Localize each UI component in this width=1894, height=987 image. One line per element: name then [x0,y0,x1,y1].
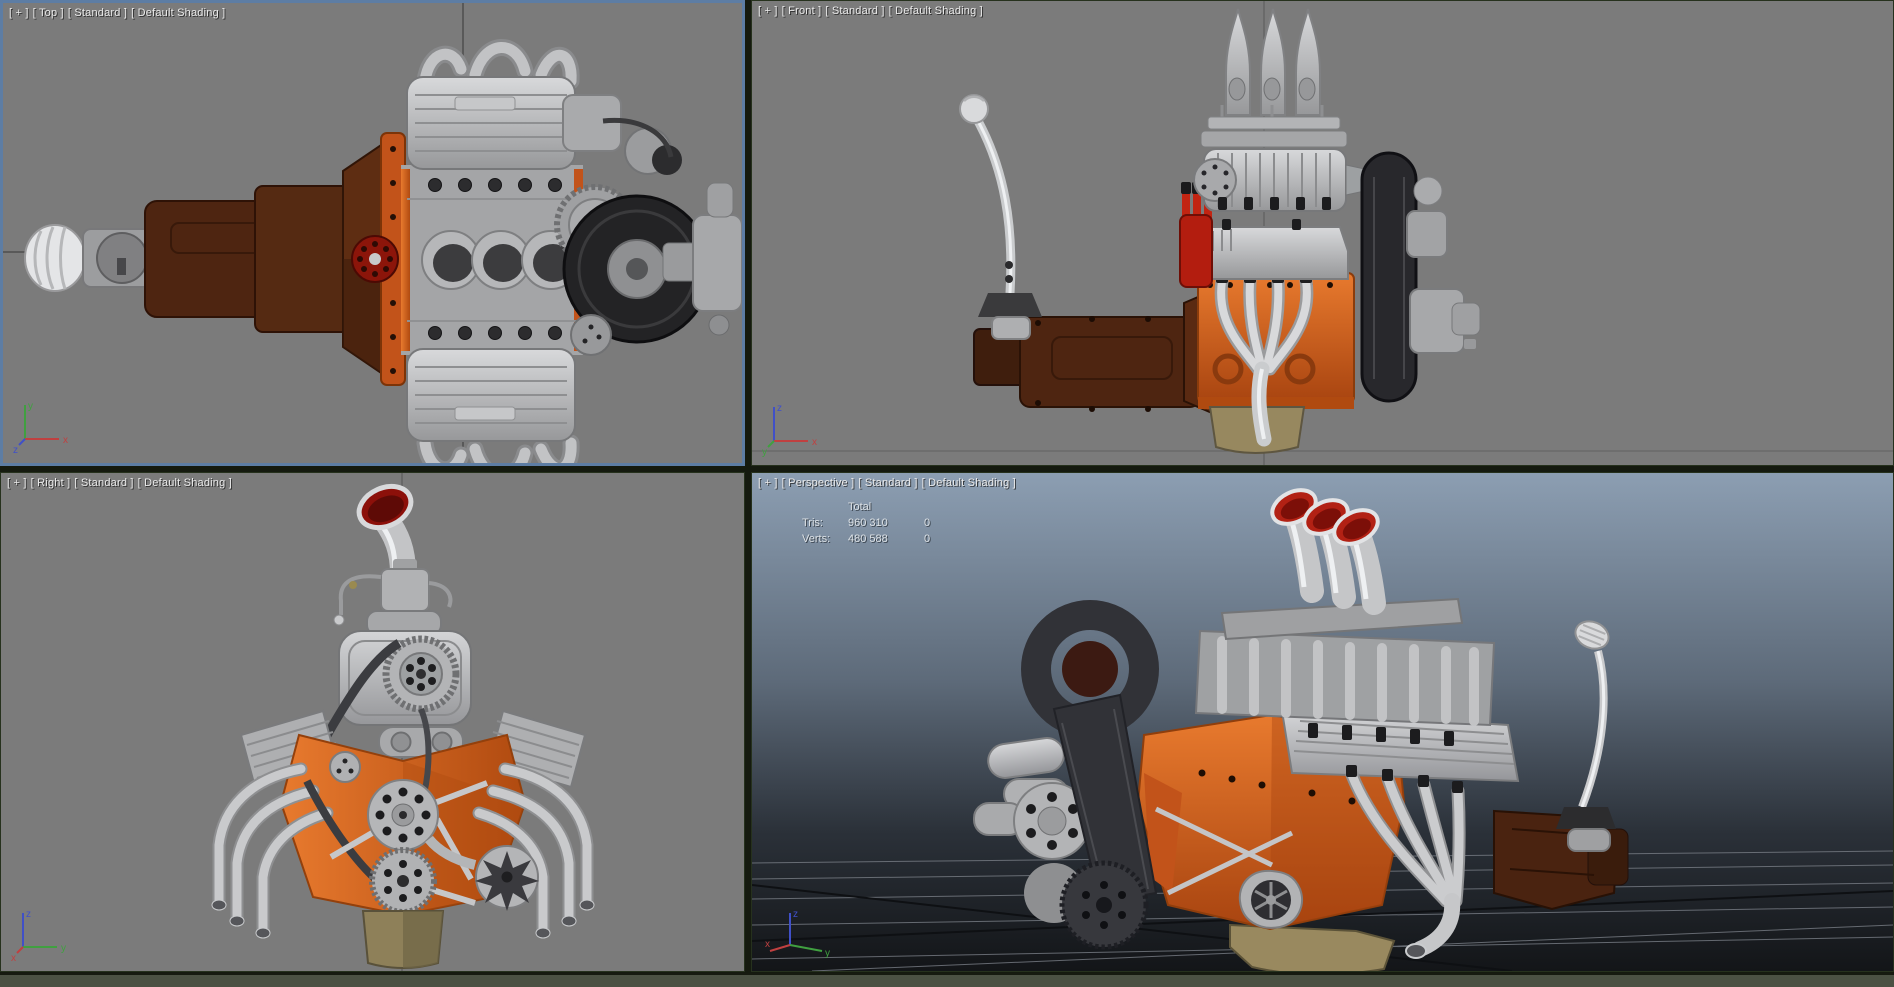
stats-verts-total: 480 588 [848,533,888,545]
crank-pulley[interactable] [367,779,439,851]
viewport-perspective[interactable]: [ + ] [ Perspective ] [ Standard ] [ Def… [751,472,1894,972]
axis-x-label: x [63,435,68,446]
lower-gear[interactable] [369,847,437,915]
gear-shifter-front[interactable] [959,94,1042,340]
stats-tris-selected: 0 [924,517,931,529]
viewport-quad-layout: [ + ] [ Top ] [ Standard ] [ Default Sha… [0,0,1894,987]
axis-x-label: x [812,437,817,448]
intake-trumpets-top[interactable] [421,230,581,290]
viewport-renderer-menu[interactable]: [ Standard ] [74,477,133,490]
axis-y-label: y [28,401,33,412]
top-view-canvas[interactable] [3,3,742,463]
viewport-pov-menu[interactable]: [ Top ] [33,7,64,20]
axis-gizmo-front[interactable]: z x y [760,395,830,457]
viewport-top[interactable]: [ + ] [ Top ] [ Standard ] [ Default Sha… [0,0,745,466]
viewport-general-menu[interactable]: [ + ] [758,5,778,18]
axis-gizmo-perspective[interactable]: z y x [764,901,834,963]
axis-y-label: y [61,943,66,954]
viewport-label-perspective: [ + ] [ Perspective ] [ Standard ] [ Def… [758,477,1016,490]
water-pump-wheel[interactable] [1238,869,1303,929]
axis-gizmo-top[interactable]: y x z [11,393,81,455]
right-view-canvas[interactable] [1,473,744,971]
viewport-label-front: [ + ] [ Front ] [ Standard ] [ Default S… [758,5,983,18]
viewport-label-right: [ + ] [ Right ] [ Standard ] [ Default S… [7,477,232,490]
axis-gizmo-right[interactable]: z y x [9,901,79,963]
axis-z-label: z [777,403,782,414]
axis-x-label: x [765,939,770,950]
viewport-shading-menu[interactable]: [ Default Shading ] [922,477,1016,490]
engine-model-right-view[interactable] [211,479,595,969]
viewport-shading-menu[interactable]: [ Default Shading ] [889,5,983,18]
viewport-general-menu[interactable]: [ + ] [758,477,778,490]
statistics-overlay: Total Tris: 960 310 0 Verts: 480 588 0 [802,501,964,549]
drive-belt-front[interactable] [1360,151,1418,403]
viewport-label-top: [ + ] [ Top ] [ Standard ] [ Default Sha… [9,7,225,20]
axis-y-label: y [825,948,830,959]
viewport-renderer-menu[interactable]: [ Standard ] [68,7,127,20]
viewport-general-menu[interactable]: [ + ] [9,7,29,20]
stats-header-total: Total [848,501,872,513]
axis-y-label: y [762,447,767,457]
viewport-shading-menu[interactable]: [ Default Shading ] [138,477,232,490]
stats-tris-total: 960 310 [848,517,888,529]
engine-model-top-view[interactable] [24,39,742,463]
viewport-pov-menu[interactable]: [ Perspective ] [782,477,855,490]
axis-x-label: x [11,953,16,963]
viewport-renderer-menu[interactable]: [ Standard ] [825,5,884,18]
valve-cover-front[interactable] [1191,226,1349,280]
stats-tris-label: Tris: [802,517,823,529]
axis-z-label: z [13,445,18,455]
axis-z-label: z [793,909,798,920]
front-view-canvas[interactable] [752,1,1893,465]
axis-z-label: z [26,909,31,920]
engine-model-front-view[interactable] [959,8,1481,454]
viewport-pov-menu[interactable]: [ Front ] [782,5,822,18]
stats-verts-label: Verts: [802,533,831,545]
viewport-general-menu[interactable]: [ + ] [7,477,27,490]
intake-scoop[interactable] [353,479,418,586]
velocity-stacks-front[interactable] [1220,8,1324,119]
viewport-front[interactable]: [ + ] [ Front ] [ Standard ] [ Default S… [751,0,1894,466]
viewport-pov-menu[interactable]: [ Right ] [31,477,71,490]
window-bottom-edge [0,973,1894,987]
viewport-renderer-menu[interactable]: [ Standard ] [858,477,917,490]
viewport-shading-menu[interactable]: [ Default Shading ] [131,7,225,20]
stats-verts-selected: 0 [924,533,931,545]
viewport-right[interactable]: [ + ] [ Right ] [ Standard ] [ Default S… [0,472,745,972]
